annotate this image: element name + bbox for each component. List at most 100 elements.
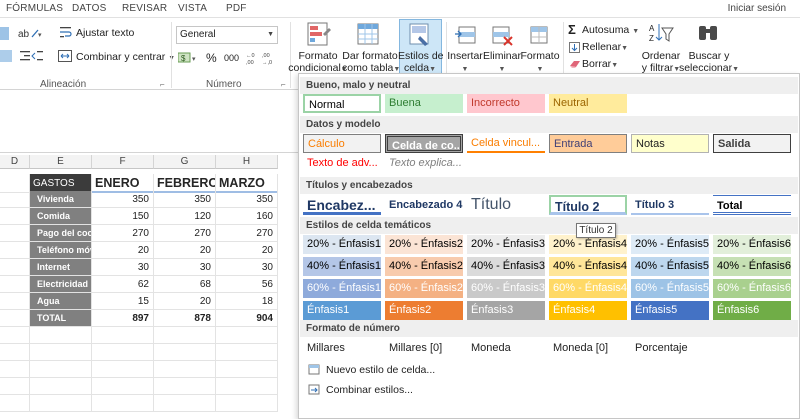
cell[interactable]	[0, 378, 30, 395]
value-cell[interactable]: 20	[216, 242, 278, 259]
style-swatch[interactable]: Entrada	[549, 134, 627, 153]
style-swatch[interactable]: 20% - Énfasis1	[303, 235, 381, 254]
cell[interactable]	[0, 310, 30, 327]
style-swatch[interactable]: 60% - Énfasis5	[631, 279, 709, 298]
cell[interactable]	[0, 242, 30, 259]
style-swatch[interactable]: 20% - Énfasis6	[713, 235, 791, 254]
value-cell[interactable]: 120	[154, 208, 216, 225]
clear-button[interactable]: Borrar▼	[582, 58, 618, 70]
style-swatch[interactable]: Celda vincul...	[467, 134, 545, 153]
style-swatch[interactable]: Porcentaje	[631, 339, 709, 358]
cell[interactable]	[154, 395, 216, 412]
style-swatch[interactable]: Total	[713, 195, 791, 215]
cell[interactable]	[0, 361, 30, 378]
merge-styles-menu-item[interactable]: Combinar estilos...	[301, 380, 797, 400]
thousands-separator-button[interactable]: 000	[224, 53, 239, 63]
cell[interactable]	[30, 361, 92, 378]
fill-button[interactable]: Rellenar▼	[582, 41, 628, 53]
style-swatch[interactable]: 60% - Énfasis4	[549, 279, 627, 298]
row-label[interactable]: Internet	[30, 259, 92, 276]
sign-in-link[interactable]: Iniciar sesión	[728, 3, 786, 14]
decimal-adjust-icon[interactable]: ←0,00,00 →,0	[246, 51, 278, 66]
style-swatch[interactable]: Millares [0]	[385, 339, 463, 358]
cell[interactable]	[92, 395, 154, 412]
value-cell[interactable]: 350	[154, 191, 216, 208]
value-cell[interactable]: 160	[216, 208, 278, 225]
style-swatch[interactable]: Énfasis5	[631, 301, 709, 320]
style-swatch[interactable]: Énfasis6	[713, 301, 791, 320]
value-cell[interactable]: 150	[92, 208, 154, 225]
cell[interactable]	[92, 378, 154, 395]
style-swatch[interactable]: Incorrecto	[467, 94, 545, 113]
align-left-edge-icon[interactable]	[0, 27, 9, 40]
style-swatch[interactable]: Título	[467, 195, 545, 215]
style-swatch[interactable]: 20% - Énfasis2	[385, 235, 463, 254]
cell[interactable]	[0, 208, 30, 225]
column-header-e[interactable]: E	[30, 155, 92, 169]
cell[interactable]	[0, 344, 30, 361]
style-swatch[interactable]: Título 2	[549, 195, 627, 215]
style-swatch[interactable]: 60% - Énfasis3	[467, 279, 545, 298]
total-cell[interactable]: 904	[216, 310, 278, 327]
cell[interactable]	[216, 378, 278, 395]
style-swatch[interactable]: 20% - Énfasis3	[467, 235, 545, 254]
cell[interactable]	[0, 259, 30, 276]
style-swatch[interactable]: Texto de adv...	[303, 154, 381, 173]
indent-icon[interactable]	[0, 50, 12, 62]
style-swatch[interactable]: 40% - Énfasis5	[631, 257, 709, 276]
value-cell[interactable]: 20	[154, 242, 216, 259]
style-swatch[interactable]: Énfasis1	[303, 301, 381, 320]
style-swatch[interactable]: Notas	[631, 134, 709, 153]
style-swatch[interactable]: 60% - Énfasis1	[303, 279, 381, 298]
percent-style-button[interactable]: %	[206, 51, 217, 65]
value-cell[interactable]: 270	[154, 225, 216, 242]
style-swatch[interactable]: Énfasis3	[467, 301, 545, 320]
cell[interactable]	[216, 327, 278, 344]
tab-formulas[interactable]: FÓRMULAS	[6, 3, 63, 14]
number-format-select[interactable]: General ▼	[176, 26, 278, 44]
tab-pdf[interactable]: PDF	[226, 3, 247, 14]
wrap-text-button[interactable]: Ajustar texto	[76, 27, 134, 39]
cell[interactable]	[0, 225, 30, 242]
tab-datos[interactable]: DATOS	[72, 3, 107, 14]
cell[interactable]	[216, 395, 278, 412]
value-cell[interactable]: 30	[92, 259, 154, 276]
column-header-f[interactable]: F	[92, 155, 154, 169]
cell[interactable]	[216, 361, 278, 378]
row-label[interactable]: Electricidad	[30, 276, 92, 293]
style-swatch[interactable]: 60% - Énfasis2	[385, 279, 463, 298]
value-cell[interactable]: 30	[154, 259, 216, 276]
cell[interactable]	[0, 191, 30, 208]
row-label[interactable]: Teléfono móvil	[30, 242, 92, 259]
cell[interactable]	[154, 344, 216, 361]
total-cell[interactable]: 897	[92, 310, 154, 327]
style-swatch[interactable]: Normal	[303, 94, 381, 113]
column-header-g[interactable]: G	[154, 155, 216, 169]
cell[interactable]	[0, 293, 30, 310]
autosum-button[interactable]: Autosuma ▼	[582, 24, 639, 36]
dialog-launcher-icon[interactable]: ⌐	[160, 80, 165, 89]
value-cell[interactable]: 68	[154, 276, 216, 293]
decrease-indent-icon[interactable]	[20, 50, 44, 62]
row-label[interactable]: Vivienda	[30, 191, 92, 208]
value-cell[interactable]: 62	[92, 276, 154, 293]
style-swatch[interactable]: 40% - Énfasis3	[467, 257, 545, 276]
column-header-h[interactable]: H	[216, 155, 278, 169]
cell[interactable]	[0, 395, 30, 412]
style-swatch[interactable]: Cálculo	[303, 134, 381, 153]
style-swatch[interactable]: Buena	[385, 94, 463, 113]
style-swatch[interactable]: Salida	[713, 134, 791, 153]
style-swatch[interactable]: Neutral	[549, 94, 627, 113]
style-swatch[interactable]: Moneda	[467, 339, 545, 358]
style-swatch[interactable]: Moneda [0]	[549, 339, 627, 358]
value-cell[interactable]: 270	[92, 225, 154, 242]
total-cell[interactable]: 878	[154, 310, 216, 327]
cell[interactable]	[154, 327, 216, 344]
value-cell[interactable]: 15	[92, 293, 154, 310]
style-swatch[interactable]: 40% - Énfasis1	[303, 257, 381, 276]
value-cell[interactable]: 20	[154, 293, 216, 310]
cell[interactable]	[154, 361, 216, 378]
style-swatch[interactable]: Título 3	[631, 195, 709, 215]
value-cell[interactable]: 56	[216, 276, 278, 293]
style-swatch[interactable]: 60% - Énfasis6	[713, 279, 791, 298]
